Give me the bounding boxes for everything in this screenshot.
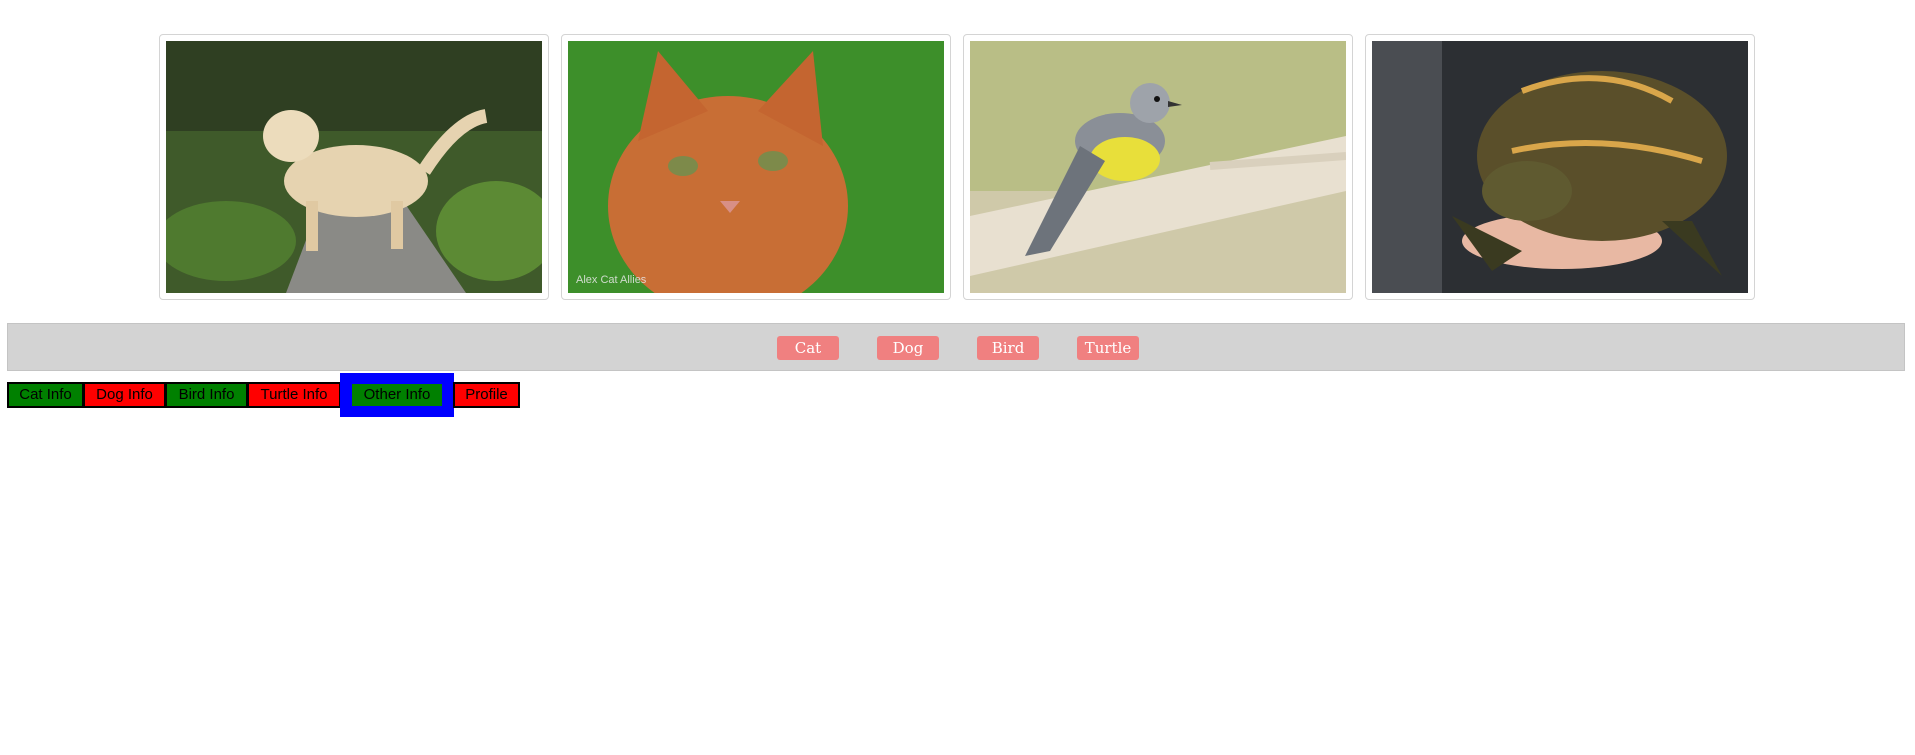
- dog-nav-button[interactable]: Dog: [877, 336, 939, 360]
- gallery-frame-bird: [963, 34, 1353, 300]
- tab-other-info[interactable]: Other Info: [350, 382, 444, 408]
- bird-image: [970, 41, 1346, 293]
- tab-dog-info[interactable]: Dog Info: [83, 382, 166, 408]
- animal-nav-bar: Cat Dog Bird Turtle: [7, 323, 1905, 371]
- bird-nav-button[interactable]: Bird: [977, 336, 1039, 360]
- gallery-frame-cat: Alex Cat Allies: [561, 34, 951, 300]
- dog-image: [166, 41, 542, 293]
- focus-ring: Other Info: [340, 373, 454, 417]
- tab-turtle-info[interactable]: Turtle Info: [247, 382, 341, 408]
- svg-text:Alex Cat Allies: Alex Cat Allies: [576, 274, 647, 286]
- tab-bird-info[interactable]: Bird Info: [165, 382, 248, 408]
- tab-profile[interactable]: Profile: [453, 382, 520, 408]
- turtle-nav-button[interactable]: Turtle: [1077, 336, 1139, 360]
- tab-cat-info[interactable]: Cat Info: [7, 382, 84, 408]
- cat-nav-button[interactable]: Cat: [777, 336, 839, 360]
- image-gallery: Alex Cat Allies: [159, 34, 1755, 300]
- gallery-frame-dog: [159, 34, 549, 300]
- turtle-image: [1372, 41, 1748, 293]
- cat-image: Alex Cat Allies: [568, 41, 944, 293]
- gallery-frame-turtle: [1365, 34, 1755, 300]
